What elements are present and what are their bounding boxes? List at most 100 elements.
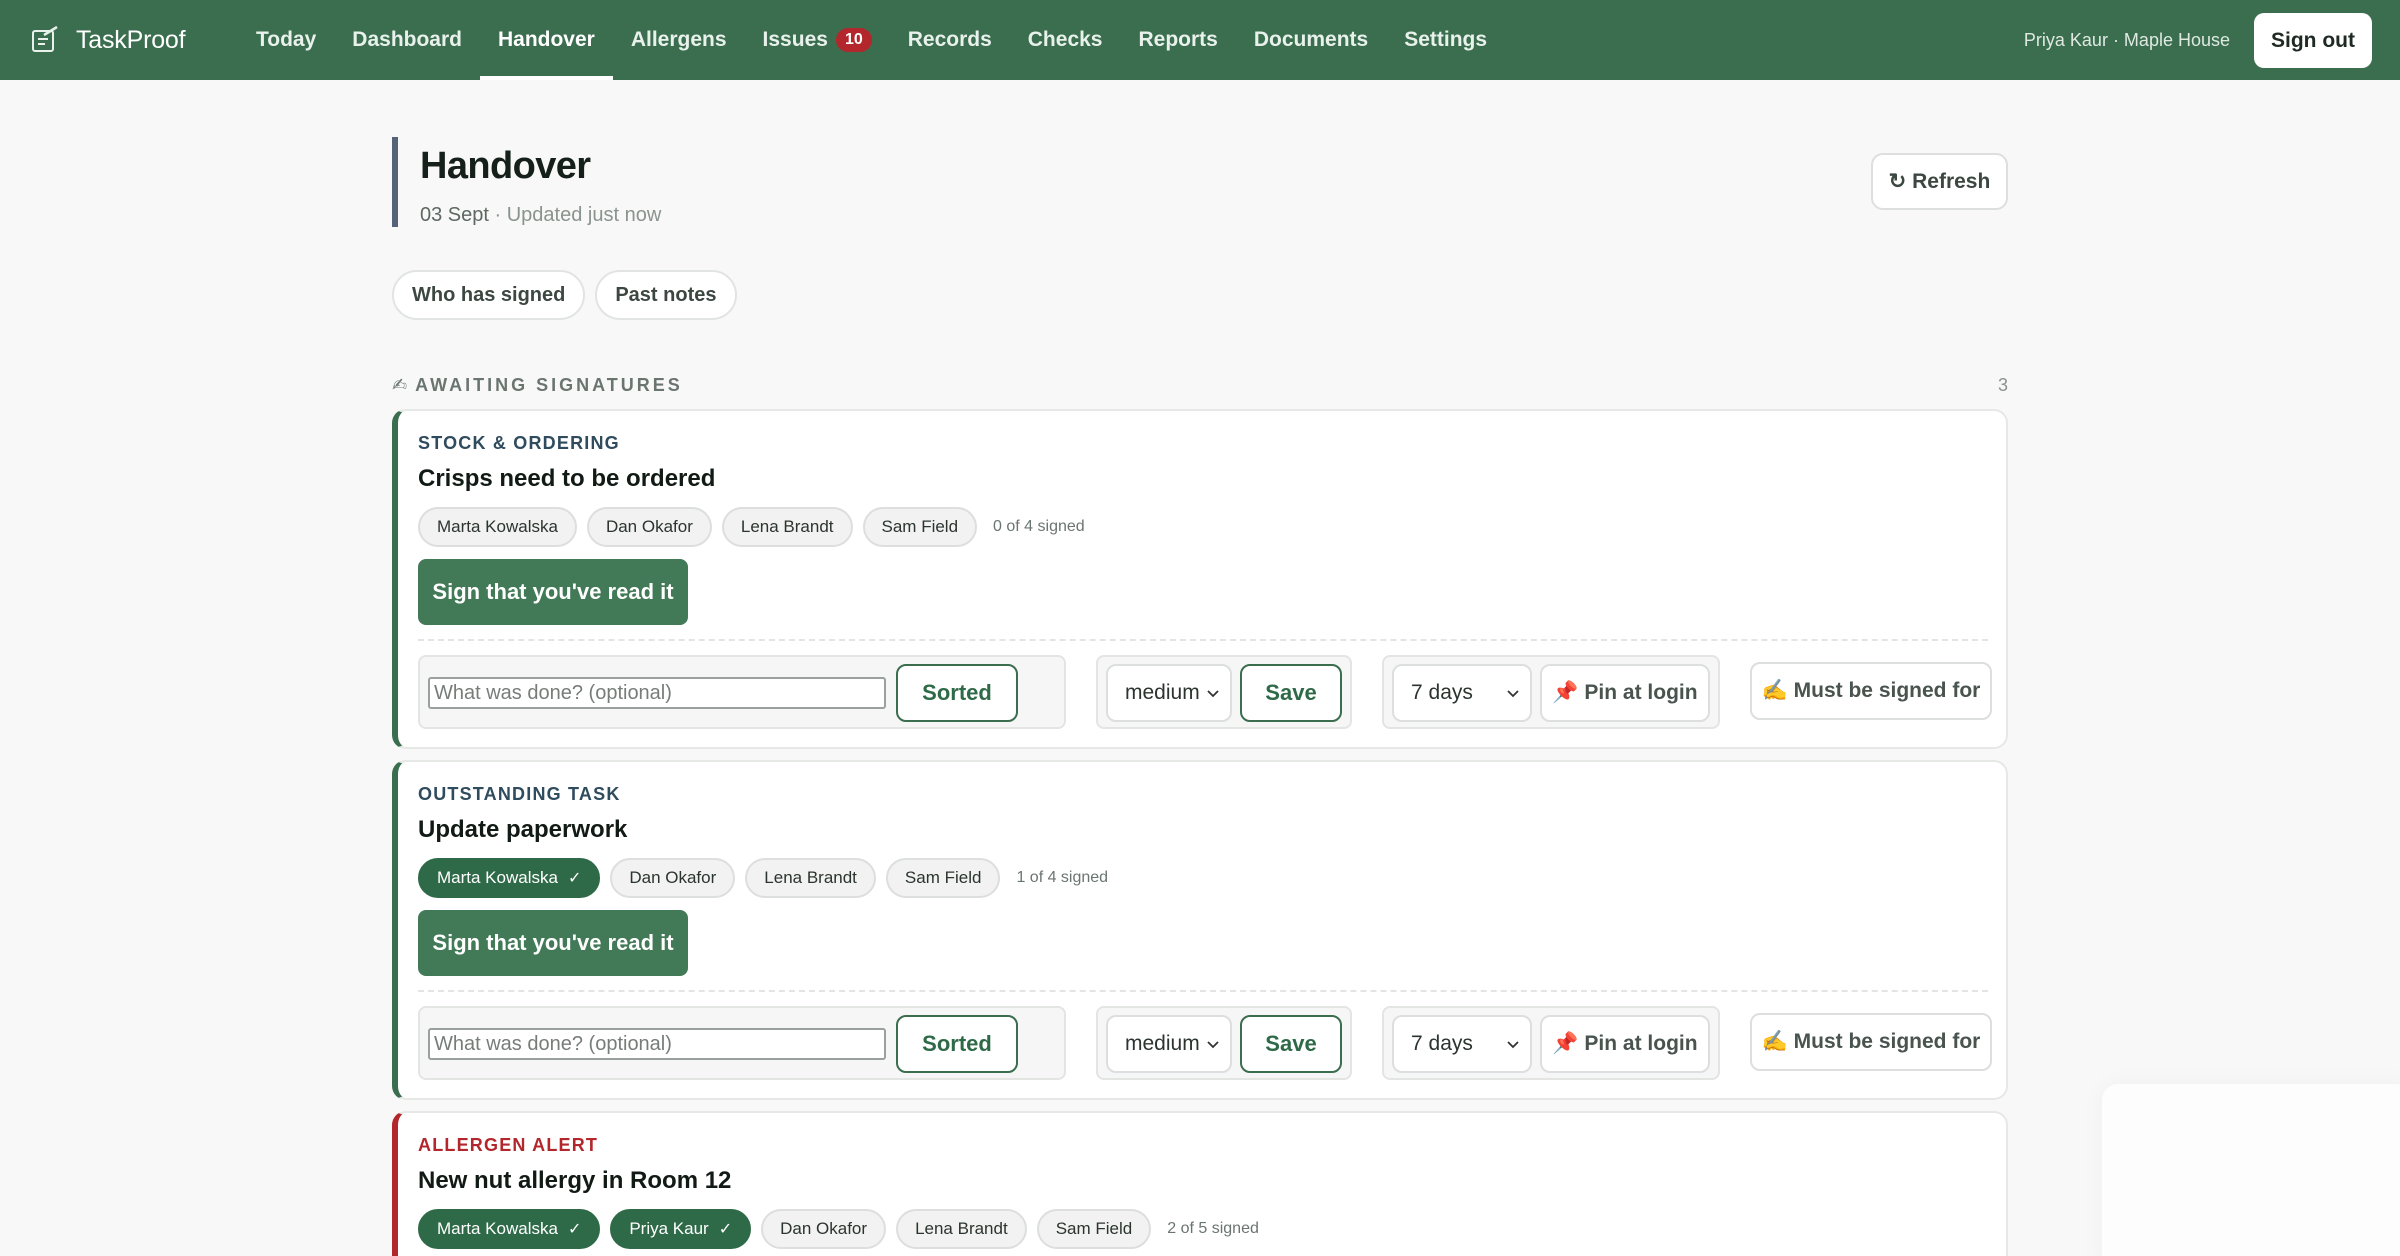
signer-chip: Lena Brandt [745, 858, 876, 898]
signer-chip: Sam Field [885, 858, 1001, 898]
nav-checks[interactable]: Checks [1010, 0, 1121, 80]
chevron-down-icon [1507, 690, 1519, 698]
refresh-button[interactable]: ↻ Refresh [1871, 153, 2008, 210]
nav-reports[interactable]: Reports [1120, 0, 1235, 80]
signer-chips: Marta Kowalska ✓ Priya Kaur ✓ Dan Okafor L… [418, 1209, 1259, 1249]
signer-chip-signed: Priya Kaur ✓ [610, 1209, 752, 1249]
sorted-button[interactable]: Sorted [896, 664, 1018, 722]
handover-card: STOCK & ORDERING Crisps need to be order… [392, 409, 2008, 749]
chevron-down-icon [1507, 1041, 1519, 1049]
who-has-signed-button[interactable]: Who has signed [392, 270, 586, 320]
sorted-button[interactable]: Sorted [896, 1015, 1018, 1073]
must-be-signed-button[interactable]: ✍ Must be signed for [1750, 1013, 1992, 1071]
updated-status: · Updated just now [488, 204, 662, 226]
card-category: ALLERGEN ALERT [418, 1135, 599, 1155]
signer-chip-signed: Marta Kowalska ✓ [418, 1209, 601, 1249]
pin-at-login-button[interactable]: 📌 Pin at login [1540, 1015, 1710, 1073]
save-button[interactable]: Save [1240, 664, 1342, 722]
sign-out-button[interactable]: Sign out [2254, 13, 2372, 68]
card-category: STOCK & ORDERING [418, 433, 620, 453]
divider [418, 990, 1988, 992]
duration-value: 7 days [1411, 681, 1473, 704]
signer-name: Marta Kowalska [437, 1219, 558, 1238]
priority-value: medium [1125, 681, 1200, 704]
pin-group: 7 days 📌 Pin at login [1382, 655, 1720, 729]
page-date: 03 Sept [420, 204, 489, 226]
signer-chip: Sam Field [1036, 1209, 1152, 1249]
nav-dashboard[interactable]: Dashboard [334, 0, 480, 80]
section-label: AWAITING SIGNATURES [415, 374, 683, 395]
check-icon: ✓ [718, 1221, 733, 1238]
top-navigation-bar: TaskProof Today Dashboard Handover Aller… [0, 0, 2400, 80]
what-was-done-input[interactable] [428, 677, 886, 709]
page-header: Handover 03 Sept · Updated just now ↻ Re… [392, 137, 2008, 227]
nav-issues-label: Issues [762, 28, 828, 51]
clipboard-check-icon [32, 25, 58, 52]
chevron-down-icon [1207, 1041, 1219, 1049]
handover-card: OUTSTANDING TASK Update paperwork Marta … [392, 760, 2008, 1100]
card-title: New nut allergy in Room 12 [418, 1167, 732, 1194]
signer-chip-signed: Marta Kowalska ✓ [418, 858, 601, 898]
check-icon: ✓ [567, 1221, 582, 1238]
nav-documents[interactable]: Documents [1236, 0, 1386, 80]
section-title: ✍ AWAITING SIGNATURES [392, 375, 683, 396]
card-title: Update paperwork [418, 816, 628, 843]
floating-panel [2102, 1084, 2400, 1256]
user-info: Priya Kaur · Maple House [2023, 29, 2230, 50]
signer-chips: Marta Kowalska Dan Okafor Lena Brandt Sa… [418, 507, 1085, 547]
priority-select[interactable]: medium [1106, 1015, 1232, 1073]
duration-value: 7 days [1411, 1032, 1473, 1055]
nav-handover[interactable]: Handover [479, 0, 613, 80]
sign-read-button[interactable]: Sign that you've read it [418, 910, 688, 976]
what-was-done-input[interactable] [428, 1028, 886, 1060]
duration-select[interactable]: 7 days [1392, 664, 1532, 722]
signer-chip: Marta Kowalska [418, 507, 577, 547]
signer-name: Priya Kaur [629, 1219, 709, 1238]
chevron-down-icon [1207, 690, 1219, 698]
priority-group: medium Save [1096, 1006, 1352, 1080]
card-title: Crisps need to be ordered [418, 465, 716, 492]
nav-allergens[interactable]: Allergens [613, 0, 745, 80]
divider [418, 639, 1988, 641]
main-nav: Today Dashboard Handover Allergens Issue… [238, 0, 1505, 80]
signed-count: 1 of 4 signed [1016, 869, 1109, 886]
pin-group: 7 days 📌 Pin at login [1382, 1006, 1720, 1080]
signer-name: Marta Kowalska [437, 868, 558, 887]
nav-records[interactable]: Records [890, 0, 1010, 80]
past-notes-button[interactable]: Past notes [595, 270, 737, 320]
signer-chip: Dan Okafor [610, 858, 736, 898]
nav-today[interactable]: Today [238, 0, 334, 80]
handover-card: ALLERGEN ALERT New nut allergy in Room 1… [392, 1111, 2008, 1256]
pin-at-login-button[interactable]: 📌 Pin at login [1540, 664, 1710, 722]
signed-count: 0 of 4 signed [993, 518, 1085, 535]
page-title: Handover [420, 145, 591, 187]
page-subtitle: 03 Sept · Updated just now [420, 204, 2008, 227]
sign-read-button[interactable]: Sign that you've read it [418, 559, 688, 625]
signer-chip: Lena Brandt [721, 507, 853, 547]
signer-chip: Dan Okafor [761, 1209, 887, 1249]
section-count: 3 [1997, 374, 2008, 395]
signed-count: 2 of 5 signed [1167, 1220, 1259, 1237]
brand[interactable]: TaskProof [30, 25, 238, 55]
nav-issues[interactable]: Issues 10 [745, 0, 890, 80]
signer-chip: Sam Field [862, 507, 978, 547]
must-be-signed-button[interactable]: ✍ Must be signed for [1750, 662, 1992, 720]
resolve-group: Sorted [418, 1006, 1066, 1080]
duration-select[interactable]: 7 days [1392, 1015, 1532, 1073]
issues-count-badge: 10 [835, 28, 872, 52]
card-category: OUTSTANDING TASK [418, 784, 621, 804]
nav-settings[interactable]: Settings [1386, 0, 1505, 80]
view-tabs: Who has signed Past notes [392, 270, 737, 320]
priority-group: medium Save [1096, 655, 1352, 729]
signer-chip: Dan Okafor [586, 507, 712, 547]
priority-select[interactable]: medium [1106, 664, 1232, 722]
check-icon: ✓ [567, 870, 582, 887]
signer-chips: Marta Kowalska ✓ Dan Okafor Lena Brandt S… [418, 858, 1108, 898]
section-header: ✍ AWAITING SIGNATURES 3 [392, 370, 2008, 400]
save-button[interactable]: Save [1240, 1015, 1342, 1073]
priority-value: medium [1125, 1032, 1200, 1055]
app-name: TaskProof [76, 25, 186, 54]
resolve-group: Sorted [418, 655, 1066, 729]
writing-hand-icon: ✍ [392, 374, 408, 395]
signer-chip: Lena Brandt [896, 1209, 1027, 1249]
